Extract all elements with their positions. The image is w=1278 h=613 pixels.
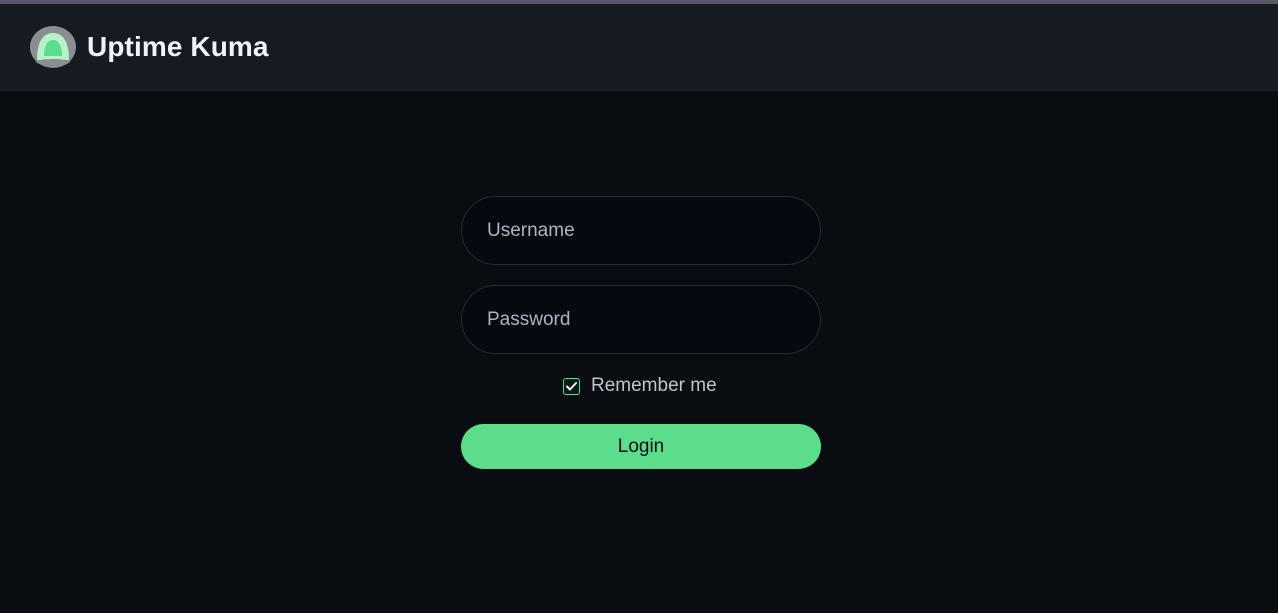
login-button[interactable]: Login <box>461 424 821 469</box>
app-title: Uptime Kuma <box>87 31 269 62</box>
remember-me-checkbox[interactable] <box>563 377 580 395</box>
uptime-kuma-logo-icon <box>30 26 76 68</box>
remember-me-toggle[interactable]: Remember me <box>563 375 717 397</box>
remember-me-label: Remember me <box>591 375 717 396</box>
login-form: Remember me Login <box>461 196 821 469</box>
checkmark-icon <box>566 381 577 390</box>
password-input[interactable] <box>461 285 821 354</box>
app-header: Uptime Kuma <box>0 4 1278 91</box>
username-input[interactable] <box>461 196 821 265</box>
